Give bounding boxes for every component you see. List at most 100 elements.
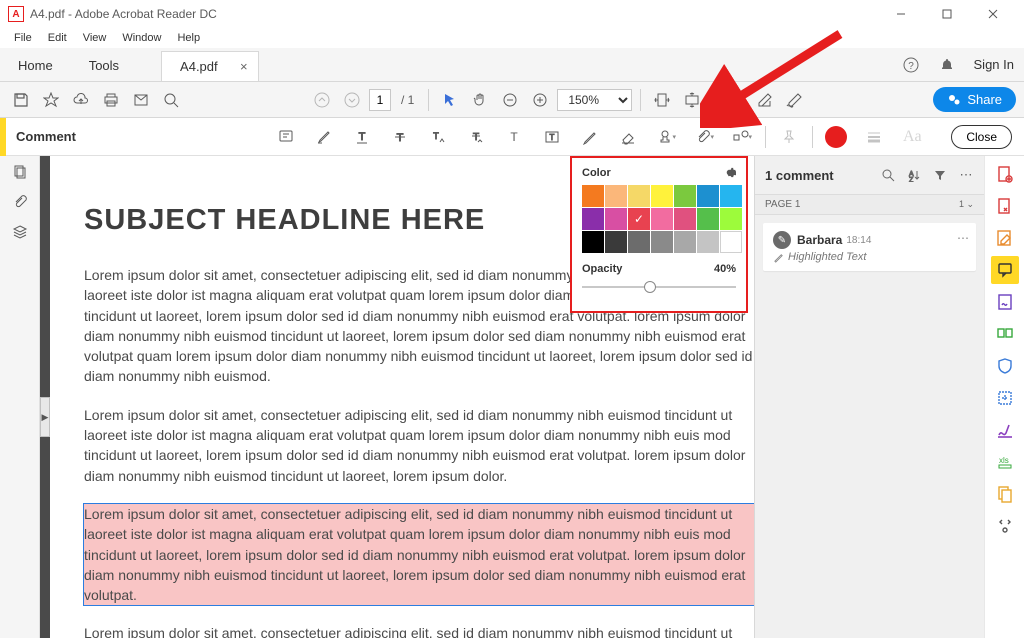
color-swatch[interactable] xyxy=(651,231,673,253)
page-up-icon[interactable] xyxy=(309,87,335,113)
tool-organize-icon[interactable] xyxy=(991,320,1019,348)
highlight-icon[interactable] xyxy=(309,122,339,152)
comment-item[interactable]: ✎Barbara18:14Highlighted Text⋯ xyxy=(763,223,976,271)
strikethrough-icon[interactable]: T xyxy=(385,122,415,152)
paragraph-3-highlighted[interactable]: Lorem ipsum dolor sit amet, consectetuer… xyxy=(84,504,754,605)
zoom-in-icon[interactable] xyxy=(527,87,553,113)
color-swatch[interactable] xyxy=(605,185,627,207)
attach-file-icon[interactable]: ▾ xyxy=(689,122,719,152)
stamp-icon[interactable]: ▾ xyxy=(651,122,681,152)
color-swatch[interactable] xyxy=(720,208,742,230)
gear-icon[interactable] xyxy=(723,166,736,179)
menu-window[interactable]: Window xyxy=(114,30,169,46)
color-swatch[interactable] xyxy=(582,208,604,230)
underline-text-icon[interactable]: T xyxy=(347,122,377,152)
print-icon[interactable] xyxy=(98,87,124,113)
tool-measure-icon[interactable]: xls xyxy=(991,448,1019,476)
tool-create-pdf-icon[interactable] xyxy=(991,160,1019,188)
close-comment-bar-button[interactable]: Close xyxy=(951,125,1012,149)
menu-edit[interactable]: Edit xyxy=(40,30,75,46)
color-swatch[interactable] xyxy=(697,185,719,207)
pin-icon[interactable] xyxy=(774,122,804,152)
share-button[interactable]: Share xyxy=(933,87,1016,112)
color-swatch[interactable] xyxy=(605,208,627,230)
sign-in-button[interactable]: Sign In xyxy=(974,57,1014,72)
tool-more-icon[interactable] xyxy=(991,512,1019,540)
help-icon[interactable]: ? xyxy=(902,56,920,74)
tab-home[interactable]: Home xyxy=(0,50,71,81)
menu-view[interactable]: View xyxy=(75,30,115,46)
pencil-icon[interactable] xyxy=(575,122,605,152)
mail-icon[interactable] xyxy=(128,87,154,113)
color-swatch[interactable] xyxy=(605,231,627,253)
color-swatch[interactable] xyxy=(697,231,719,253)
insert-text-caret-icon[interactable]: T xyxy=(423,122,453,152)
color-swatch[interactable] xyxy=(674,208,696,230)
tab-tools[interactable]: Tools xyxy=(71,50,137,81)
fit-page-icon[interactable] xyxy=(709,87,735,113)
tool-fill-sign-icon[interactable] xyxy=(991,288,1019,316)
color-swatch[interactable] xyxy=(628,208,650,230)
star-icon[interactable] xyxy=(38,87,64,113)
tool-edit-pdf-icon[interactable] xyxy=(991,224,1019,252)
sticky-note-icon[interactable] xyxy=(271,122,301,152)
color-swatch[interactable] xyxy=(697,208,719,230)
attachments-icon[interactable] xyxy=(10,192,30,212)
search-comments-icon[interactable] xyxy=(880,167,896,183)
save-icon[interactable] xyxy=(8,87,34,113)
bell-icon[interactable] xyxy=(938,56,956,74)
window-close-button[interactable] xyxy=(970,0,1016,28)
zoom-select[interactable]: 150% xyxy=(557,89,632,111)
color-swatch[interactable] xyxy=(720,231,742,253)
color-picker-popup[interactable]: Color Opacity 40% xyxy=(570,156,748,313)
replace-text-icon[interactable]: T xyxy=(461,122,491,152)
sort-comments-icon[interactable]: AZ xyxy=(906,167,922,183)
search-icon[interactable] xyxy=(158,87,184,113)
tool-protect-icon[interactable] xyxy=(991,352,1019,380)
menu-help[interactable]: Help xyxy=(169,30,208,46)
sign-icon[interactable] xyxy=(782,87,808,113)
cloud-upload-icon[interactable] xyxy=(68,87,94,113)
line-weight-icon[interactable] xyxy=(859,122,889,152)
color-button[interactable] xyxy=(821,122,851,152)
text-comment-icon[interactable]: T xyxy=(499,122,529,152)
thumbnails-icon[interactable] xyxy=(10,162,30,182)
tool-compress-icon[interactable] xyxy=(991,384,1019,412)
menu-file[interactable]: File xyxy=(6,30,40,46)
color-swatch[interactable] xyxy=(582,231,604,253)
window-minimize-button[interactable] xyxy=(878,0,924,28)
tool-combine-icon[interactable] xyxy=(991,480,1019,508)
page-number-input[interactable] xyxy=(369,89,391,111)
color-swatch[interactable] xyxy=(720,185,742,207)
tool-export-pdf-icon[interactable] xyxy=(991,192,1019,220)
arrow-cursor-icon[interactable] xyxy=(437,87,463,113)
drawing-tools-icon[interactable]: ▾ xyxy=(727,122,757,152)
color-swatch[interactable] xyxy=(628,231,650,253)
eraser-icon[interactable] xyxy=(613,122,643,152)
layers-icon[interactable] xyxy=(10,222,30,242)
tab-close-button[interactable]: × xyxy=(240,59,248,74)
comments-page-group[interactable]: PAGE 1 1 ⌄ xyxy=(755,194,984,215)
hand-icon[interactable] xyxy=(467,87,493,113)
fit-height-icon[interactable] xyxy=(679,87,705,113)
window-maximize-button[interactable] xyxy=(924,0,970,28)
fit-width-icon[interactable] xyxy=(649,87,675,113)
color-swatch[interactable] xyxy=(651,185,673,207)
color-swatch[interactable] xyxy=(628,185,650,207)
comments-options-icon[interactable]: ⋯ xyxy=(958,167,974,183)
page-down-icon[interactable] xyxy=(339,87,365,113)
color-swatch[interactable] xyxy=(674,231,696,253)
text-box-icon[interactable]: T xyxy=(537,122,567,152)
comment-menu-icon[interactable]: ⋯ xyxy=(957,231,970,245)
tool-sign-icon[interactable] xyxy=(991,416,1019,444)
color-swatch[interactable] xyxy=(582,185,604,207)
color-swatch[interactable] xyxy=(651,208,673,230)
edit-icon[interactable] xyxy=(752,87,778,113)
filter-comments-icon[interactable] xyxy=(932,167,948,183)
expand-nav-pane-button[interactable]: ▶ xyxy=(40,397,50,437)
color-swatch[interactable] xyxy=(674,185,696,207)
zoom-out-icon[interactable] xyxy=(497,87,523,113)
tool-comment-icon[interactable] xyxy=(991,256,1019,284)
opacity-slider[interactable] xyxy=(582,279,736,295)
tab-file-a4pdf[interactable]: A4.pdf × xyxy=(161,51,259,81)
